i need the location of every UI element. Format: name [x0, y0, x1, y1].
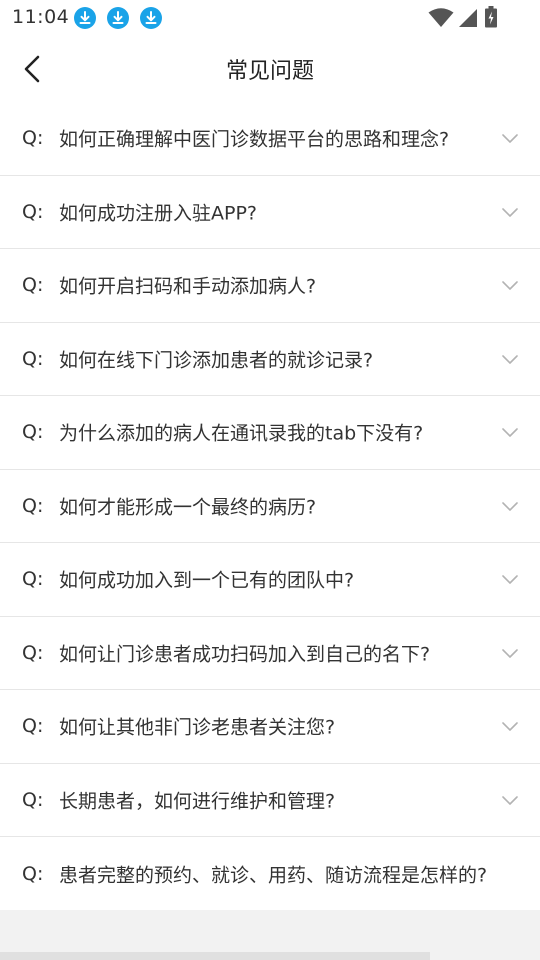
- faq-prefix: Q:: [22, 274, 44, 297]
- chevron-down-icon[interactable]: [500, 716, 520, 736]
- faq-question: 如何才能形成一个最终的病历?: [59, 496, 317, 519]
- signal-icon: [459, 9, 477, 27]
- faq-question: 长期患者，如何进行维护和管理?: [59, 790, 336, 813]
- faq-question: 为什么添加的病人在通讯录我的tab下没有?: [59, 422, 424, 445]
- faq-question: 如何让门诊患者成功扫码加入到自己的名下?: [59, 643, 431, 666]
- faq-item[interactable]: Q: 如何让其他非门诊老患者关注您?: [0, 690, 540, 764]
- faq-prefix: Q:: [22, 127, 44, 150]
- chevron-down-icon[interactable]: [500, 422, 520, 442]
- faq-prefix: Q:: [22, 347, 44, 370]
- chevron-down-icon[interactable]: [500, 790, 520, 810]
- faq-prefix: Q:: [22, 421, 44, 444]
- faq-question: 如何正确理解中医门诊数据平台的思路和理念?: [59, 128, 450, 151]
- download-icon: [107, 7, 129, 29]
- faq-item[interactable]: Q: 如何开启扫码和手动添加病人?: [0, 249, 540, 323]
- chevron-down-icon[interactable]: [500, 202, 520, 222]
- faq-item[interactable]: Q: 如何在线下门诊添加患者的就诊记录?: [0, 322, 540, 396]
- page-title: 常见问题: [225, 59, 314, 84]
- faq-question: 患者完整的预约、就诊、用药、随访流程是怎样的?: [59, 864, 488, 887]
- chevron-down-icon[interactable]: [500, 569, 520, 589]
- faq-prefix: Q:: [22, 862, 44, 885]
- faq-prefix: Q:: [22, 200, 44, 223]
- faq-item[interactable]: Q: 如何成功加入到一个已有的团队中?: [0, 543, 540, 617]
- download-icon: [140, 7, 162, 29]
- faq-item[interactable]: Q: 如何才能形成一个最终的病历?: [0, 469, 540, 543]
- chevron-down-icon[interactable]: [500, 275, 520, 295]
- status-indicators: [420, 0, 540, 36]
- faq-item[interactable]: Q: 如何正确理解中医门诊数据平台的思路和理念?: [0, 102, 540, 176]
- faq-item[interactable]: Q: 如何让门诊患者成功扫码加入到自己的名下?: [0, 616, 540, 690]
- app-header: 常见问题: [0, 36, 540, 102]
- faq-item[interactable]: Q: 患者完整的预约、就诊、用药、随访流程是怎样的?: [0, 837, 540, 911]
- faq-prefix: Q:: [22, 494, 44, 517]
- battery-icon: [485, 6, 497, 28]
- chevron-down-icon[interactable]: [500, 128, 520, 148]
- faq-question: 如何在线下门诊添加患者的就诊记录?: [59, 349, 374, 372]
- faq-item[interactable]: Q: 为什么添加的病人在通讯录我的tab下没有?: [0, 396, 540, 470]
- status-bar: 11:04: [0, 0, 540, 36]
- faq-prefix: Q:: [22, 568, 44, 591]
- faq-question: 如何成功加入到一个已有的团队中?: [59, 569, 355, 592]
- download-icon: [74, 7, 96, 29]
- faq-item[interactable]: Q: 长期患者，如何进行维护和管理?: [0, 763, 540, 837]
- faq-question: 如何开启扫码和手动添加病人?: [59, 275, 317, 298]
- faq-prefix: Q:: [22, 715, 44, 738]
- chevron-down-icon[interactable]: [500, 496, 520, 516]
- wifi-icon: [428, 8, 454, 27]
- faq-question: 如何让其他非门诊老患者关注您?: [59, 716, 336, 739]
- status-time: 11:04: [12, 6, 70, 28]
- faq-prefix: Q:: [22, 788, 44, 811]
- faq-item[interactable]: Q: 如何成功注册入驻APP?: [0, 175, 540, 249]
- faq-question: 如何成功注册入驻APP?: [59, 202, 257, 225]
- chevron-down-icon[interactable]: [500, 643, 520, 663]
- faq-list: Q: 如何正确理解中医门诊数据平台的思路和理念? Q: 如何成功注册入驻APP? Q: 如…: [0, 102, 540, 911]
- faq-prefix: Q:: [22, 641, 44, 664]
- bottom-area: [0, 910, 540, 960]
- bottom-bar: [0, 952, 430, 960]
- chevron-down-icon[interactable]: [500, 349, 520, 369]
